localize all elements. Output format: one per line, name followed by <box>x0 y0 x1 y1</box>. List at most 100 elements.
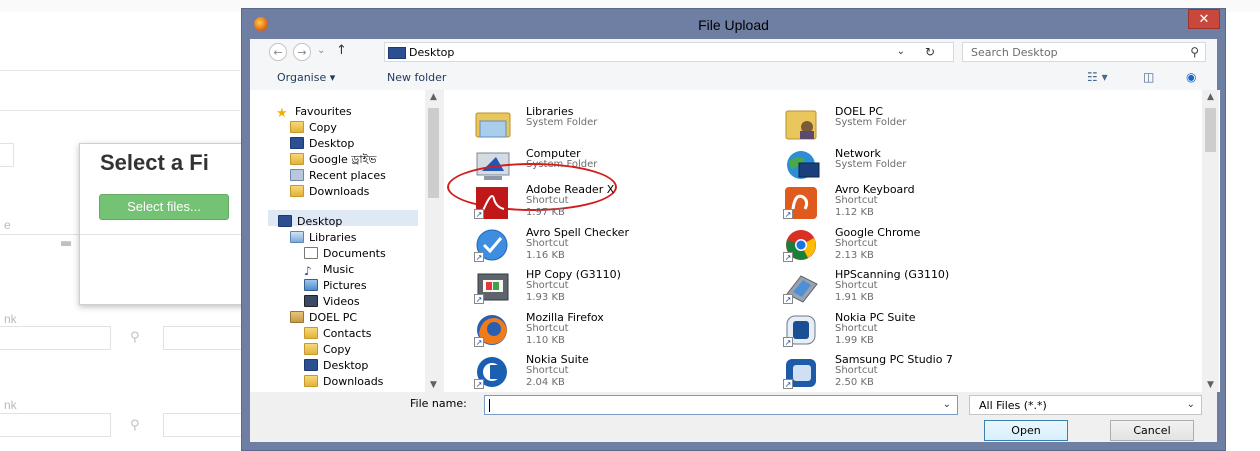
tree-item-downloads-2[interactable]: Downloads <box>304 374 383 390</box>
dialog-body: ← → ⌄ ↑ Desktop ⌄ ↻ Search Desktop ⚲ Org… <box>250 39 1220 442</box>
shortcut-arrow-icon: ↗ <box>474 252 484 262</box>
file-item-nokia-pc-suite[interactable]: ↗ Nokia PC Suite Shortcut 1.99 KB <box>783 311 1063 349</box>
tree-item-videos[interactable]: Videos <box>304 294 360 310</box>
tree-item-desktop[interactable]: Desktop <box>290 136 354 152</box>
preview-pane-icon[interactable]: ◫ <box>1143 70 1154 84</box>
bg-divider <box>0 70 240 71</box>
file-item-avro-spell-checker[interactable]: ↗ Avro Spell Checker Shortcut 1.16 KB <box>474 226 754 264</box>
network-icon <box>783 149 821 183</box>
scroll-down-icon[interactable]: ▼ <box>425 380 442 390</box>
file-type: Shortcut 1.12 KB <box>835 195 878 219</box>
file-item-hp-scanning[interactable]: ↗ HPScanning (G3110) Shortcut 1.91 KB <box>783 268 1063 306</box>
tree-label: Desktop <box>309 137 355 150</box>
tree-label: Contacts <box>323 327 372 340</box>
tree-item-libraries[interactable]: Libraries <box>290 230 357 246</box>
open-button[interactable]: Open <box>984 420 1068 441</box>
file-size: 2.04 KB <box>526 377 565 388</box>
user-folder-icon <box>290 311 304 323</box>
tree-item-recent-places[interactable]: Recent places <box>290 168 386 184</box>
recent-locations-icon[interactable]: ⌄ <box>317 45 325 56</box>
shortcut-arrow-icon: ↗ <box>474 209 484 219</box>
file-item-nokia-suite[interactable]: ↗ Nokia Suite Shortcut 2.04 KB <box>474 353 754 391</box>
tree-item-desktop-root[interactable]: Desktop <box>278 214 342 230</box>
file-type-select[interactable]: All Files (*.*) ⌄ <box>969 395 1202 415</box>
folder-icon <box>290 121 304 133</box>
close-button[interactable]: ✕ <box>1188 9 1220 29</box>
file-item-avro-keyboard[interactable]: ↗ Avro Keyboard Shortcut 1.12 KB <box>783 183 1063 221</box>
file-name-label: File name: <box>410 397 467 410</box>
tree-item-documents[interactable]: Documents <box>304 246 386 262</box>
file-item-network[interactable]: Network System Folder <box>783 147 1063 185</box>
file-list-scrollbar[interactable]: ▲ ▼ <box>1202 90 1219 392</box>
nokia-suite-icon: ↗ <box>474 355 512 389</box>
recent-places-icon <box>290 169 304 181</box>
file-type-label: Shortcut <box>526 365 569 376</box>
scroll-up-icon[interactable]: ▲ <box>1202 92 1219 102</box>
tree-item-google-drive[interactable]: Google ড্রাইভ <box>290 152 376 168</box>
command-bar: Organise ▾ New folder ☷ ▾ ◫ ◉ <box>250 66 1217 91</box>
file-type-label: Shortcut <box>835 280 878 291</box>
file-item-adobe-reader[interactable]: ↗ Adobe Reader X Shortcut 1.97 KB <box>474 183 754 221</box>
music-icon: ♪ <box>304 264 312 278</box>
scroll-down-icon[interactable]: ▼ <box>1202 380 1219 390</box>
back-icon[interactable]: ← <box>269 43 287 61</box>
pictures-icon <box>304 279 318 291</box>
up-icon[interactable]: ↑ <box>336 43 347 58</box>
bg-divider <box>0 110 240 111</box>
scrollbar-thumb[interactable] <box>1205 108 1216 152</box>
search-box[interactable]: Search Desktop ⚲ <box>962 42 1206 62</box>
contacts-icon <box>304 327 318 339</box>
file-type-label: Shortcut <box>835 323 878 334</box>
file-size: 2.13 KB <box>835 250 874 261</box>
file-type: Shortcut 2.50 KB <box>835 365 878 389</box>
address-bar[interactable]: Desktop ⌄ ↻ <box>384 42 954 62</box>
bg-side-label: nk <box>4 398 17 412</box>
change-view-icon[interactable]: ☷ ▾ <box>1087 70 1108 84</box>
search-icon[interactable]: ⚲ <box>1190 45 1199 59</box>
tree-item-copy[interactable]: Copy <box>290 120 337 136</box>
forward-icon[interactable]: → <box>293 43 311 61</box>
bg-search-input <box>163 326 245 350</box>
cancel-button[interactable]: Cancel <box>1110 420 1194 441</box>
file-item-mozilla-firefox[interactable]: ↗ Mozilla Firefox Shortcut 1.10 KB <box>474 311 754 349</box>
user-folder-icon <box>783 107 821 141</box>
tree-item-desktop-2[interactable]: Desktop <box>304 358 368 374</box>
organise-menu[interactable]: Organise ▾ <box>277 71 335 84</box>
file-type: System Folder <box>835 117 907 128</box>
shortcut-arrow-icon: ↗ <box>783 252 793 262</box>
tree-item-doel-pc[interactable]: DOEL PC <box>290 310 357 326</box>
drive-folder-icon <box>290 153 304 165</box>
bg-select-files-button: Select files... <box>99 194 229 220</box>
file-name-field[interactable]: ⌄ <box>484 395 958 415</box>
tree-item-contacts[interactable]: Contacts <box>304 326 372 342</box>
file-list: Libraries System Folder DOEL PC System F… <box>444 90 1220 392</box>
tree-item-copy-2[interactable]: Copy <box>304 342 351 358</box>
file-type-label: Shortcut <box>835 365 878 376</box>
tree-label: Google ড্রাইভ <box>309 153 377 166</box>
file-item-doel-pc[interactable]: DOEL PC System Folder <box>783 105 1063 143</box>
tree-item-downloads[interactable]: Downloads <box>290 184 369 200</box>
address-location[interactable]: Desktop <box>409 46 454 59</box>
tree-label: Music <box>323 263 355 276</box>
file-item-google-chrome[interactable]: ↗ Google Chrome Shortcut 2.13 KB <box>783 226 1063 264</box>
nav-scrollbar[interactable]: ▲ ▼ <box>425 90 442 392</box>
title-bar[interactable]: File Upload ✕ <box>242 9 1225 39</box>
scroll-up-icon[interactable]: ▲ <box>425 92 442 102</box>
chevron-down-icon[interactable]: ⌄ <box>943 399 951 410</box>
tree-item-music[interactable]: ♪ Music <box>304 262 354 278</box>
help-icon[interactable]: ◉ <box>1186 70 1196 84</box>
tree-item-pictures[interactable]: Pictures <box>304 278 367 294</box>
chevron-down-icon[interactable]: ⌄ <box>1187 399 1195 410</box>
nokia-pc-suite-icon: ↗ <box>783 313 821 347</box>
chevron-down-icon[interactable]: ⌄ <box>897 46 905 57</box>
refresh-icon[interactable]: ↻ <box>925 45 935 59</box>
documents-icon <box>304 247 318 259</box>
file-item-hp-copy[interactable]: ↗ HP Copy (G3110) Shortcut 1.93 KB <box>474 268 754 306</box>
tree-item-favourites[interactable]: ★ Favourites <box>276 104 352 121</box>
scrollbar-thumb[interactable] <box>428 108 439 198</box>
file-size: 1.12 KB <box>835 207 874 218</box>
search-input[interactable]: Search Desktop <box>971 46 1058 59</box>
file-item-libraries[interactable]: Libraries System Folder <box>474 105 754 143</box>
new-folder-button[interactable]: New folder <box>387 71 446 84</box>
file-item-samsung-pc-studio[interactable]: ↗ Samsung PC Studio 7 Shortcut 2.50 KB <box>783 353 1063 391</box>
